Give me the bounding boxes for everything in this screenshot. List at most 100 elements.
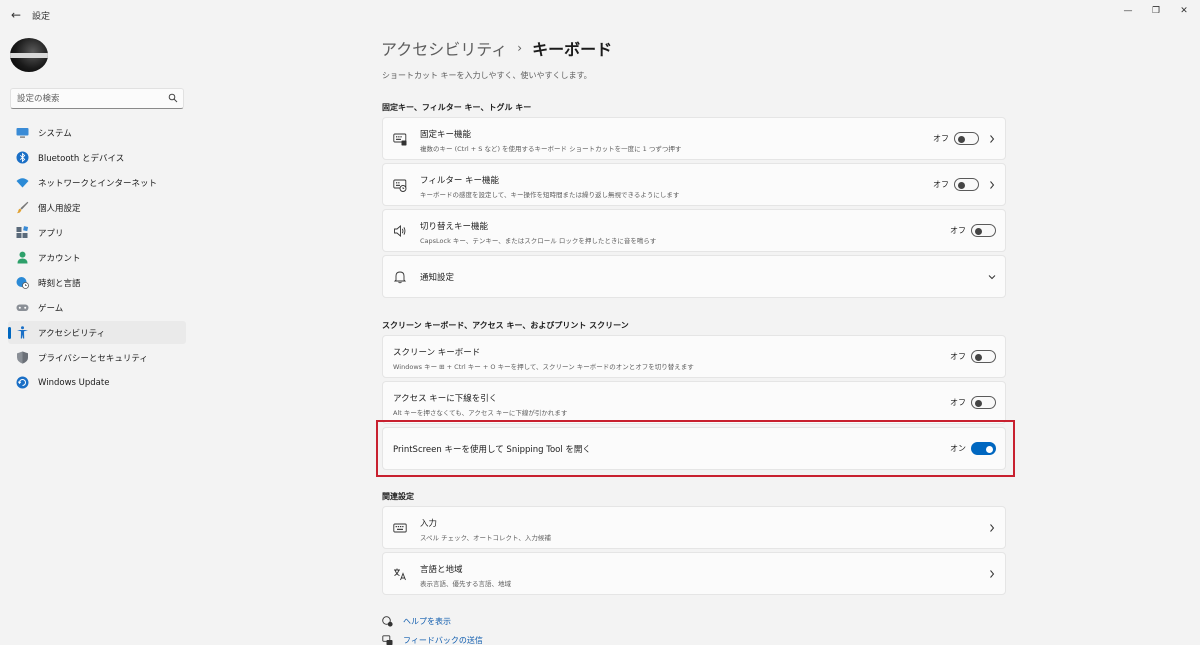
toggle-keys-title: 切り替えキー機能 [420,222,489,232]
app-title: 設定 [32,12,51,22]
shield-icon [17,351,28,364]
apps-icon [16,226,29,238]
sticky-keys-toggle[interactable] [954,132,979,145]
accessibility-icon [17,326,28,339]
section-heading-related: 関連設定 [382,492,414,501]
speaker-icon [394,225,406,237]
language-region-card[interactable]: 言語と地域 表示言語、優先する言語、地域 [382,552,1006,595]
sidebar-item-bluetooth[interactable]: Bluetooth とデバイス [8,146,186,169]
sidebar-item-apps[interactable]: アプリ [8,221,186,244]
language-region-description: 表示言語、優先する言語、地域 [420,580,511,588]
sidebar-item-label: システム [38,128,72,139]
wifi-icon [16,178,29,188]
bluetooth-icon [16,151,29,164]
update-icon [16,376,29,389]
filter-keys-state: オフ [933,180,949,189]
sticky-keys-card[interactable]: 固定キー機能 複数のキー (Ctrl + S など) を使用するキーボード ショ… [382,117,1006,160]
access-keys-state: オフ [950,398,966,407]
notification-settings-card[interactable]: 通知設定 [382,255,1006,298]
sidebar-item-accounts[interactable]: アカウント [8,246,186,269]
highlight-box [376,420,1015,477]
search-input[interactable] [17,92,165,106]
sidebar-item-gaming[interactable]: ゲーム [8,296,186,319]
feedback-link[interactable]: フィードバックの送信 [382,635,483,645]
close-button[interactable]: ✕ [1174,4,1194,18]
toggle-keys-description: CapsLock キー、テンキー、またはスクロール ロックを押したときに音を鳴ら… [420,237,657,245]
globe-clock-icon [16,277,29,289]
toggle-keys-card[interactable]: 切り替えキー機能 CapsLock キー、テンキー、またはスクロール ロックを押… [382,209,1006,252]
language-icon [394,568,406,581]
filter-keys-description: キーボードの感度を設定して、キー操作を短時間または繰り返し無視できるようにします [420,191,680,199]
sidebar-item-label: ゲーム [38,303,64,314]
language-region-title: 言語と地域 [420,565,463,575]
avatar[interactable] [10,38,48,72]
help-link-label[interactable]: ヘルプを表示 [403,616,451,627]
title-bar: ← 設定 — ❐ ✕ [0,0,1200,30]
search-box[interactable] [10,88,184,109]
sidebar-item-network[interactable]: ネットワークとインターネット [8,171,186,194]
chevron-right-icon [990,524,995,532]
bell-icon [393,271,407,284]
keyboard-icon [393,523,407,533]
typing-title: 入力 [420,519,438,529]
on-screen-keyboard-title: スクリーン キーボード [393,348,481,358]
search-icon[interactable] [168,93,178,103]
toggle-knob [975,399,982,407]
toggle-knob [975,227,982,235]
on-screen-keyboard-toggle[interactable] [971,350,996,363]
keyboard-filter-icon [393,179,407,192]
sidebar-item-personalization[interactable]: 個人用設定 [8,196,186,219]
page-title: キーボード [532,40,613,59]
access-keys-card[interactable]: アクセス キーに下線を引く Alt キーを押さなくても、アクセス キーに下線が引… [382,381,1006,424]
person-icon [17,251,28,264]
section-heading-screen-keyboard: スクリーン キーボード、アクセス キー、およびプリント スクリーン [382,321,629,330]
help-link[interactable]: ヘルプを表示 [382,616,451,627]
sidebar-item-label: ネットワークとインターネット [38,178,158,189]
on-screen-keyboard-card[interactable]: スクリーン キーボード Windows キー ⊞ + Ctrl キー + O キ… [382,335,1006,378]
typing-card[interactable]: 入力 スペル チェック、オートコレクト、入力候補 [382,506,1006,549]
sticky-keys-description: 複数のキー (Ctrl + S など) を使用するキーボード ショートカットを一… [420,145,682,153]
typing-description: スペル チェック、オートコレクト、入力候補 [420,534,551,542]
breadcrumb-separator: › [517,41,523,55]
sidebar-item-system[interactable]: システム [8,121,186,144]
chevron-right-icon [990,181,995,189]
sidebar-item-label: Bluetooth とデバイス [38,153,125,164]
sidebar-item-time-language[interactable]: 時刻と言語 [8,271,186,294]
breadcrumb: アクセシビリティ › キーボード [381,36,612,60]
sidebar-item-label: アカウント [38,253,81,264]
sticky-keys-title: 固定キー機能 [420,130,472,140]
toggle-knob [975,353,982,361]
on-screen-keyboard-state: オフ [950,352,966,361]
minimize-button[interactable]: — [1118,4,1138,18]
feedback-icon [382,635,393,645]
gamepad-icon [16,304,29,311]
monitor-icon [16,128,29,138]
sidebar-item-windows-update[interactable]: Windows Update [8,371,186,394]
help-icon [382,616,393,627]
chevron-right-icon [990,135,995,143]
feedback-link-label[interactable]: フィードバックの送信 [403,635,483,645]
access-keys-description: Alt キーを押さなくても、アクセス キーに下線が引かれます [393,409,568,417]
sidebar-item-accessibility[interactable]: アクセシビリティ [8,321,186,344]
sidebar-item-privacy-security[interactable]: プライバシーとセキュリティ [8,346,186,369]
maximize-button[interactable]: ❐ [1146,4,1166,18]
toggle-keys-state: オフ [950,226,966,235]
sidebar-item-label: 時刻と言語 [38,278,81,289]
chevron-down-icon[interactable] [987,270,997,284]
sidebar-nav: システム Bluetooth とデバイス ネットワークとインターネット 個人用設… [8,121,186,396]
sidebar-item-label: アプリ [38,228,64,239]
on-screen-keyboard-description: Windows キー ⊞ + Ctrl キー + O キーを押して、スクリーン … [393,363,694,371]
toggle-keys-toggle[interactable] [971,224,996,237]
sidebar-item-label: Windows Update [38,377,110,388]
notification-settings-title: 通知設定 [420,273,455,283]
breadcrumb-parent[interactable]: アクセシビリティ [381,36,507,60]
toggle-knob [958,135,965,143]
filter-keys-toggle[interactable] [954,178,979,191]
chevron-right-icon [990,570,995,578]
access-keys-toggle[interactable] [971,396,996,409]
section-heading-sticky: 固定キー、フィルター キー、トグル キー [382,103,532,112]
filter-keys-card[interactable]: フィルター キー機能 キーボードの感度を設定して、キー操作を短時間または繰り返し… [382,163,1006,206]
sidebar-item-label: 個人用設定 [38,203,81,214]
back-button[interactable]: ← [8,8,24,22]
access-keys-title: アクセス キーに下線を引く [393,394,498,404]
